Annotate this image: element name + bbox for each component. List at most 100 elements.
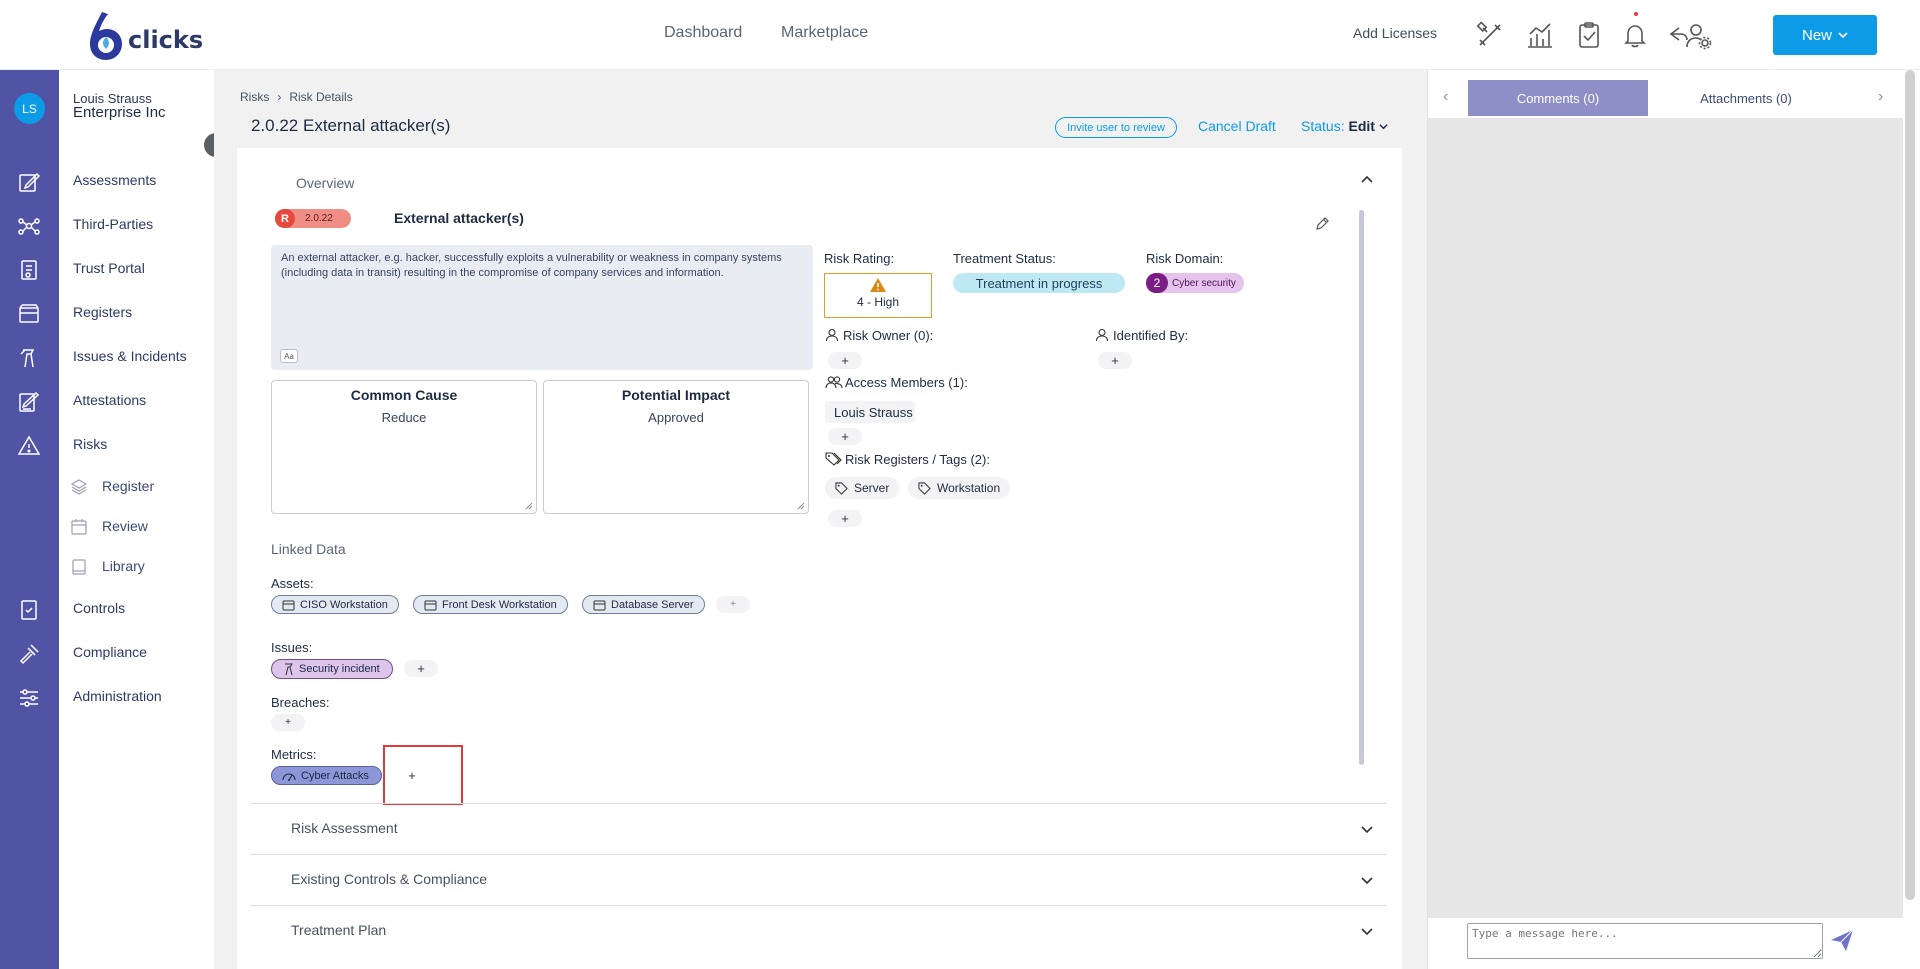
metric-chip[interactable]: Cyber Attacks — [271, 766, 382, 785]
submenu-register[interactable]: Register — [102, 478, 154, 494]
icon-rail — [0, 70, 59, 969]
trust-portal-icon[interactable] — [17, 258, 41, 282]
registers-icon[interactable] — [17, 302, 41, 326]
controls-icon[interactable] — [17, 598, 41, 622]
user-org[interactable]: Enterprise Inc — [73, 104, 166, 121]
access-member-chip[interactable]: Louis Strauss — [825, 401, 915, 423]
menu-risks[interactable]: Risks — [73, 436, 107, 452]
overview-scrollbar[interactable] — [1359, 210, 1364, 765]
menu-registers[interactable]: Registers — [73, 304, 132, 320]
user-avatar[interactable]: LS — [14, 93, 45, 124]
risk-badge-letter: R — [275, 209, 295, 228]
asset-chip[interactable]: Front Desk Workstation — [413, 595, 568, 614]
menu-attestations[interactable]: Attestations — [73, 392, 146, 408]
resize-handle-icon[interactable] — [525, 502, 533, 510]
gauge-icon — [282, 772, 296, 781]
potential-impact-title: Potential Impact — [621, 387, 731, 403]
chevron-up-icon[interactable] — [1360, 173, 1374, 187]
potential-impact-value: Approved — [648, 410, 704, 425]
asset-label: Database Server — [611, 598, 694, 611]
menu-issues-incidents[interactable]: Issues & Incidents — [73, 348, 187, 364]
menu-controls[interactable]: Controls — [73, 600, 125, 616]
third-parties-icon[interactable] — [17, 214, 41, 238]
attestations-icon[interactable] — [17, 390, 41, 414]
linked-data-title: Linked Data — [271, 541, 346, 557]
risk-description[interactable]: An external attacker, e.g. hacker, succe… — [271, 245, 813, 370]
tab-comments[interactable]: Comments (0) — [1468, 80, 1648, 116]
cancel-draft-button[interactable]: Cancel Draft — [1198, 118, 1276, 134]
risk-rating-value: 4 - High — [856, 295, 900, 309]
risk-name: External attacker(s) — [394, 210, 524, 226]
menu-trust-portal[interactable]: Trust Portal — [73, 260, 145, 276]
tools-icon[interactable] — [1475, 20, 1505, 50]
risk-rating-box[interactable]: 4 - High — [824, 273, 932, 318]
new-button[interactable]: New — [1773, 15, 1877, 55]
risk-owner-label: Risk Owner (0): — [843, 328, 934, 343]
overview-section-title[interactable]: Overview — [296, 175, 354, 191]
compliance-gavel-icon[interactable] — [17, 642, 41, 666]
page-scrollbar[interactable] — [1905, 70, 1915, 900]
accordion-existing-controls[interactable]: Existing Controls & Compliance — [251, 854, 1386, 905]
add-asset-button[interactable]: + — [716, 596, 750, 613]
menu-administration[interactable]: Administration — [73, 688, 162, 704]
submenu-library[interactable]: Library — [102, 558, 145, 574]
asset-icon — [282, 600, 295, 610]
submenu-review[interactable]: Review — [102, 518, 148, 534]
top-bar: clicks Dashboard Marketplace Add License… — [0, 0, 1920, 70]
chevron-right-icon[interactable]: › — [1878, 88, 1883, 106]
chevron-left-icon[interactable]: ‹ — [1443, 88, 1448, 106]
add-identified-by-button[interactable]: + — [1098, 352, 1132, 369]
administration-sliders-icon[interactable] — [17, 686, 41, 710]
add-licenses-link[interactable]: Add Licenses — [1353, 25, 1437, 41]
asset-chip[interactable]: Database Server — [582, 595, 705, 614]
accordion-treatment-plan[interactable]: Treatment Plan — [251, 905, 1386, 956]
risks-warning-icon[interactable] — [17, 434, 41, 458]
analytics-icon[interactable] — [1525, 20, 1555, 50]
add-tag-button[interactable]: + — [828, 510, 862, 527]
brand-logo[interactable]: clicks — [88, 10, 203, 62]
status-value: Edit — [1348, 118, 1375, 134]
assessments-icon[interactable] — [17, 170, 41, 194]
asset-icon — [424, 600, 437, 610]
potential-impact-box[interactable]: Potential Impact Approved — [543, 380, 809, 514]
menu-assessments[interactable]: Assessments — [73, 172, 156, 188]
notification-dot — [1634, 12, 1638, 16]
treatment-status-pill[interactable]: Treatment in progress — [953, 273, 1125, 293]
text-format-button[interactable]: Aa — [280, 349, 298, 363]
notifications-bell-icon[interactable] — [1620, 20, 1650, 50]
asset-chip[interactable]: CISO Workstation — [271, 595, 399, 614]
tag-chip[interactable]: Server — [825, 477, 900, 499]
breadcrumb: Risks › Risk Details — [240, 90, 353, 104]
resize-handle-icon[interactable] — [797, 502, 805, 510]
common-cause-title: Common Cause — [350, 387, 458, 403]
warning-icon — [870, 278, 886, 292]
add-issue-button[interactable]: + — [404, 660, 438, 677]
add-access-member-button[interactable]: + — [828, 428, 862, 445]
chevron-down-icon — [1361, 826, 1373, 834]
message-input[interactable] — [1467, 923, 1823, 959]
tasks-clipboard-icon[interactable] — [1574, 20, 1604, 50]
breadcrumb-current: Risk Details — [289, 90, 353, 104]
risk-domain-pill[interactable]: 2 Cyber security — [1146, 273, 1244, 293]
issues-incidents-icon[interactable] — [17, 346, 41, 370]
send-icon[interactable] — [1829, 927, 1855, 953]
share-settings-icon[interactable] — [1667, 20, 1713, 50]
nav-marketplace[interactable]: Marketplace — [781, 24, 868, 42]
tag-icon — [918, 481, 931, 495]
asset-label: Front Desk Workstation — [442, 598, 557, 611]
breadcrumb-risks[interactable]: Risks — [240, 90, 269, 104]
tab-attachments[interactable]: Attachments (0) — [1656, 80, 1836, 116]
add-risk-owner-button[interactable]: + — [828, 352, 862, 369]
add-breach-button[interactable]: + — [271, 714, 305, 731]
common-cause-box[interactable]: Common Cause Reduce — [271, 380, 537, 514]
tag-chip[interactable]: Workstation — [908, 477, 1011, 499]
nav-dashboard[interactable]: Dashboard — [664, 24, 742, 42]
status-dropdown[interactable]: Status: Edit — [1301, 118, 1388, 134]
invite-user-button[interactable]: Invite user to review — [1055, 117, 1177, 138]
issue-chip[interactable]: Security incident — [271, 659, 393, 679]
group-icon — [825, 376, 843, 389]
menu-third-parties[interactable]: Third-Parties — [73, 216, 153, 232]
menu-compliance[interactable]: Compliance — [73, 644, 147, 660]
edit-pencil-icon[interactable] — [1314, 216, 1330, 232]
accordion-risk-assessment[interactable]: Risk Assessment — [251, 803, 1386, 854]
